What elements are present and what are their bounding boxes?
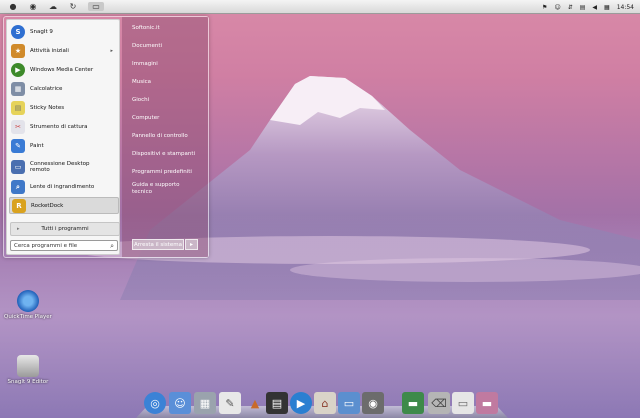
monitor-icon[interactable]: ▭ [338, 392, 360, 414]
flag-icon[interactable]: ⚑ [542, 4, 547, 11]
network-icon[interactable]: ▤ [580, 4, 586, 11]
program-label: Calcolatrice [30, 85, 63, 92]
dock: ◎ ☺ ▦ ✎ ▲ ▤ ▶ ⌂ ▭ ◉ ▬ ⌫ ▭ ▬ [136, 384, 508, 418]
program-label: Attività iniziali [30, 47, 69, 54]
search-icon[interactable]: ⌕ [110, 242, 114, 251]
desktop-icon-label: SnagIt 9 Editor [7, 379, 49, 385]
link-images[interactable]: Immagini [132, 61, 158, 68]
program-label: Lente di ingrandimento [30, 183, 95, 190]
program-paint[interactable]: ✎ Paint [9, 137, 119, 154]
home-icon[interactable]: ⌂ [314, 392, 336, 414]
shutdown-button[interactable]: Arresta il sistema [132, 239, 184, 250]
rocketdock-icon: R [12, 198, 26, 213]
start-menu: Softonic.it Documenti Immagini Musica Gi… [3, 16, 209, 258]
film-icon[interactable]: ▤ [266, 392, 288, 414]
all-programs-label: Tutti i programmi [41, 226, 89, 232]
calendar-icon[interactable]: ▦ [604, 4, 610, 11]
globe-icon[interactable]: ◉ [28, 2, 38, 11]
magnifier-icon: ⌕ [11, 179, 25, 194]
calculator-icon: ▦ [11, 81, 25, 96]
program-calculator[interactable]: ▦ Calcolatrice [9, 80, 119, 97]
program-snipping-tool[interactable]: ✂ Strumento di cattura [9, 118, 119, 135]
program-label: Strumento di cattura [30, 123, 88, 130]
desktop-icon-quicktime[interactable]: QuickTime Player [0, 290, 56, 320]
program-snagit[interactable]: S SnagIt 9 [9, 23, 119, 40]
top-menubar: ● ◉ ☁ ↻ ▭ ⚑ ☺ ⇵ ▤ ◀ ▦ 14:54 [0, 0, 640, 14]
window-icon[interactable]: ▭ [88, 2, 104, 11]
start-menu-right-panel: Softonic.it Documenti Immagini Musica Gi… [122, 17, 208, 257]
submenu-arrow-icon: ▸ [110, 47, 113, 54]
program-media-center[interactable]: ▶ Windows Media Center [9, 61, 119, 78]
wallpaper-icon[interactable]: ▬ [476, 392, 498, 414]
program-label: RocketDock [31, 202, 64, 209]
cloud-icon[interactable]: ☁ [48, 2, 58, 11]
drive-icon[interactable]: ▭ [452, 392, 474, 414]
clock[interactable]: 14:54 [617, 4, 634, 11]
system-tray: ⚑ ☺ ⇵ ▤ ◀ ▦ 14:54 [542, 0, 634, 14]
pyramid-icon[interactable]: ▲ [244, 392, 266, 414]
play-icon[interactable]: ▶ [290, 392, 312, 414]
program-label: Sticky Notes [30, 104, 65, 111]
program-label: Windows Media Center [30, 66, 94, 73]
link-documents[interactable]: Documenti [132, 43, 162, 50]
desktop-icon-label: QuickTime Player [4, 314, 52, 320]
link-control-panel[interactable]: Pannello di controllo [132, 133, 188, 140]
link-softonic[interactable]: Softonic.it [132, 25, 160, 32]
search-input[interactable]: Cerca programmi e file ⌕ [10, 240, 118, 251]
link-help-support[interactable]: Guida e supporto tecnico [132, 182, 192, 196]
link-default-programs[interactable]: Programmi predefiniti [132, 169, 192, 176]
program-label: SnagIt 9 [30, 28, 53, 35]
link-games[interactable]: Giochi [132, 97, 149, 104]
photo-booth-icon[interactable]: ◉ [362, 392, 384, 414]
link-music[interactable]: Musica [132, 79, 151, 86]
finder-icon[interactable]: ☺ [169, 392, 191, 414]
program-magnifier[interactable]: ⌕ Lente di ingrandimento [9, 178, 119, 195]
volume-icon[interactable]: ◀ [592, 4, 597, 11]
arrows-icon[interactable]: ⇵ [568, 4, 573, 11]
snagit-editor-icon [17, 355, 39, 377]
user-icon[interactable]: ☺ [554, 4, 560, 11]
program-sticky-notes[interactable]: ▤ Sticky Notes [9, 99, 119, 116]
quicktime-icon [17, 290, 39, 312]
safari-icon[interactable]: ◎ [144, 392, 166, 414]
remote-desktop-icon: ▭ [11, 160, 25, 174]
program-label: Connessione Desktop remoto [30, 161, 90, 173]
refresh-icon[interactable]: ↻ [68, 2, 78, 11]
link-computer[interactable]: Computer [132, 115, 159, 122]
trash-icon[interactable]: ⌫ [428, 392, 450, 414]
link-devices-printers[interactable]: Dispositivi e stampanti [132, 151, 195, 158]
program-remote-desktop[interactable]: ▭ Connessione Desktop remoto [9, 156, 119, 178]
start-icon: ★ [11, 43, 25, 58]
program-getting-started[interactable]: ★ Attività iniziali ▸ [9, 42, 119, 59]
sticky-notes-icon: ▤ [11, 100, 25, 115]
program-rocketdock[interactable]: R RocketDock [9, 197, 119, 214]
program-label: Paint [30, 142, 44, 149]
triangle-icon: ▸ [17, 226, 20, 232]
desktop-icon-snagit-editor[interactable]: SnagIt 9 Editor [0, 355, 56, 385]
scissors-icon: ✂ [11, 119, 25, 134]
shutdown-options-icon[interactable]: ▸ [185, 239, 198, 250]
snagit-icon: S [11, 24, 25, 39]
notes-icon[interactable]: ✎ [219, 392, 241, 414]
media-center-icon: ▶ [11, 62, 25, 77]
paint-icon: ✎ [11, 138, 25, 153]
calculator-icon[interactable]: ▦ [194, 392, 216, 414]
all-programs-button[interactable]: ▸ Tutti i programmi [10, 222, 120, 236]
start-menu-programs-panel: S SnagIt 9 ★ Attività iniziali ▸ ▶ Windo… [6, 19, 120, 255]
search-placeholder: Cerca programmi e file [14, 242, 78, 249]
apple-icon[interactable]: ● [8, 2, 18, 11]
landscape-icon[interactable]: ▬ [402, 392, 424, 414]
